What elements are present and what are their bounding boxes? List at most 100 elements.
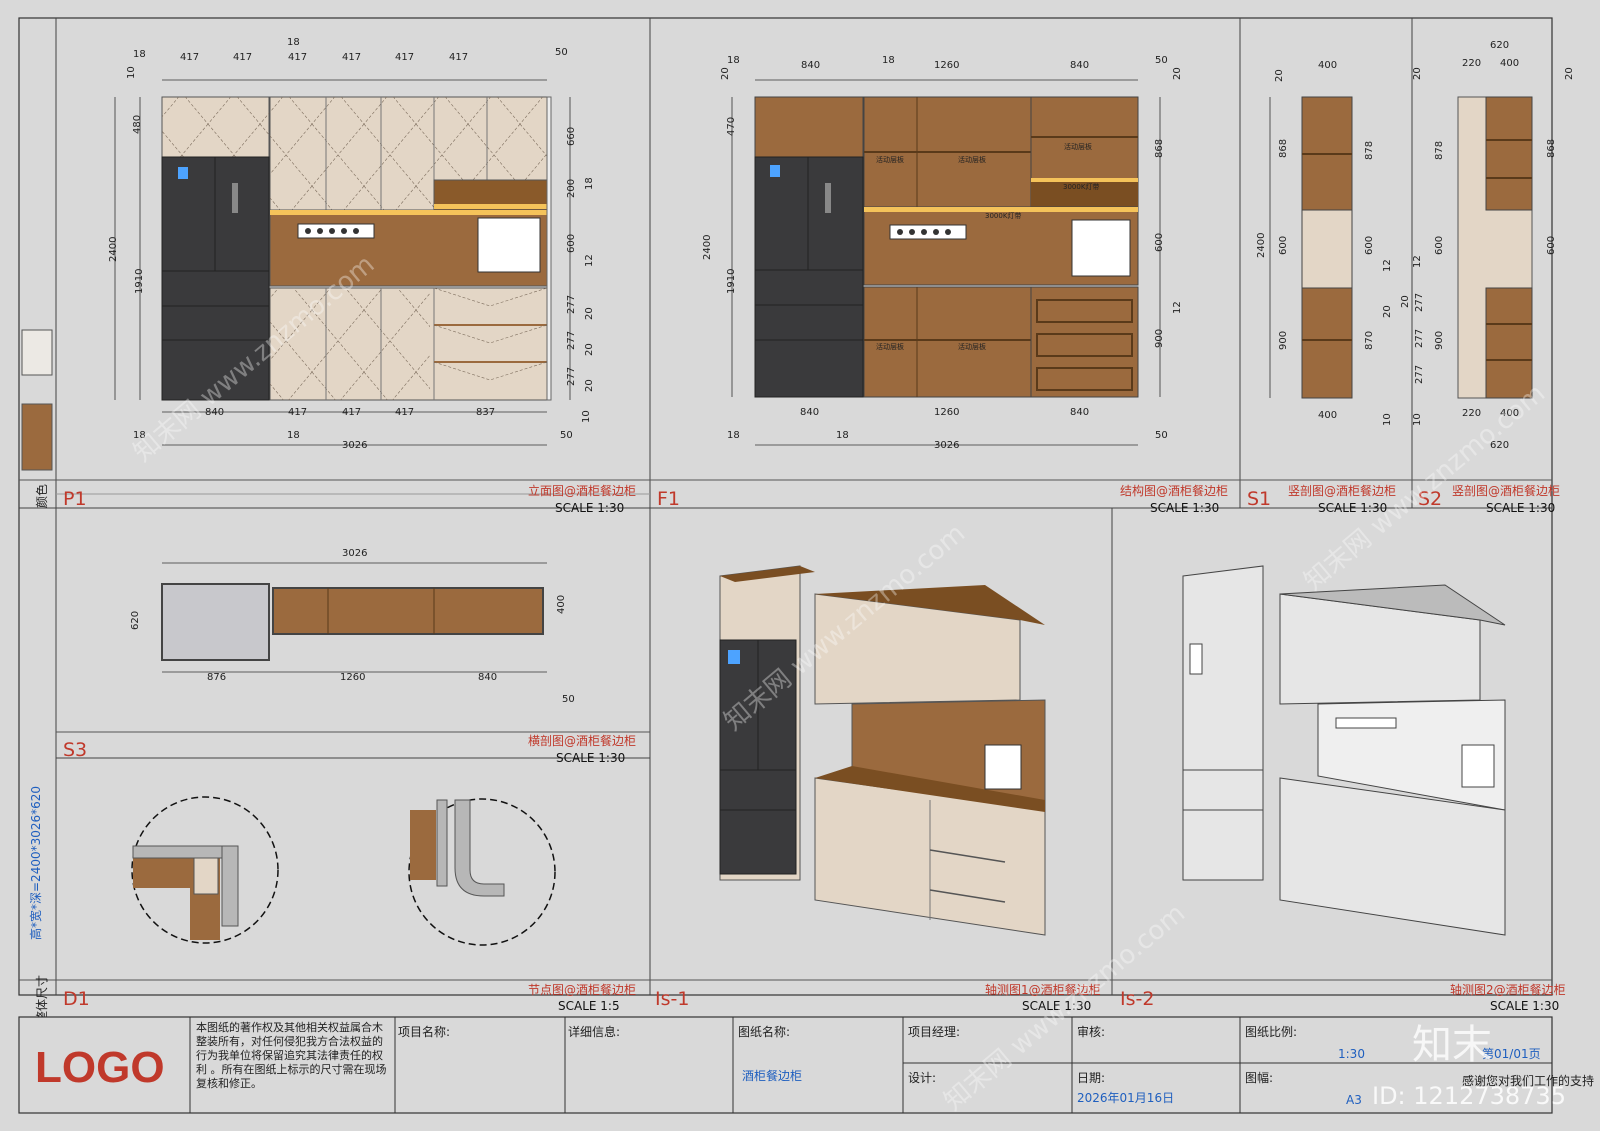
- svg-text:20: 20: [584, 343, 595, 356]
- svg-text:活动层板: 活动层板: [876, 342, 904, 351]
- svg-text:900: 900: [1278, 331, 1289, 350]
- svg-text:600: 600: [1154, 233, 1165, 252]
- svg-text:20: 20: [1564, 67, 1575, 80]
- svg-text:620: 620: [1490, 40, 1509, 51]
- drawing-sheet: 18 417 417 18 417 417 417 417 50 3026 84…: [18, 17, 1594, 1117]
- svg-text:50: 50: [1155, 430, 1168, 441]
- svg-text:417: 417: [180, 52, 199, 63]
- svg-text:417: 417: [342, 52, 361, 63]
- svg-text:整体尺寸: 整体尺寸: [34, 975, 49, 1023]
- svg-text:设计:: 设计:: [908, 1071, 936, 1085]
- f1-structure: 活动层板 活动层板 活动层板 3000K灯带 3000K灯带 活动层板 活动层板: [731, 79, 1161, 446]
- svg-text:SCALE 1:5: SCALE 1:5: [558, 999, 620, 1013]
- svg-text:18: 18: [727, 430, 740, 441]
- svg-text:600: 600: [1278, 236, 1289, 255]
- svg-text:18: 18: [882, 55, 895, 66]
- svg-text:50: 50: [555, 47, 568, 58]
- svg-text:立面图@酒柜餐边柜: 立面图@酒柜餐边柜: [528, 483, 636, 498]
- svg-text:3000K灯带: 3000K灯带: [985, 211, 1021, 220]
- svg-text:详细信息:: 详细信息:: [568, 1024, 620, 1039]
- svg-text:417: 417: [233, 52, 252, 63]
- svg-text:12: 12: [1172, 301, 1183, 314]
- svg-text:SCALE 1:30: SCALE 1:30: [555, 501, 624, 515]
- svg-text:277: 277: [1414, 293, 1425, 312]
- svg-text:D1: D1: [63, 988, 90, 1010]
- svg-text:620: 620: [130, 611, 141, 630]
- svg-text:SCALE 1:30: SCALE 1:30: [556, 751, 625, 765]
- svg-text:Is-2: Is-2: [1120, 988, 1154, 1010]
- svg-text:417: 417: [395, 407, 414, 418]
- svg-text:2400: 2400: [108, 237, 119, 262]
- svg-text:417: 417: [449, 52, 468, 63]
- svg-text:2400: 2400: [1256, 233, 1267, 258]
- logo: LOGO: [35, 1043, 165, 1092]
- svg-text:50: 50: [562, 694, 575, 705]
- svg-text:868: 868: [1546, 139, 1557, 158]
- svg-text:1260: 1260: [934, 60, 959, 71]
- svg-text:600: 600: [1546, 236, 1557, 255]
- svg-text:400: 400: [556, 595, 567, 614]
- svg-text:837: 837: [476, 407, 495, 418]
- svg-text:900: 900: [1434, 331, 1445, 350]
- svg-text:220: 220: [1462, 408, 1481, 419]
- svg-text:活动层板: 活动层板: [1064, 142, 1092, 151]
- svg-text:SCALE 1:30: SCALE 1:30: [1490, 999, 1559, 1013]
- svg-text:S1: S1: [1247, 488, 1271, 510]
- svg-text:50: 50: [560, 430, 573, 441]
- svg-text:20: 20: [584, 307, 595, 320]
- svg-text:20: 20: [720, 67, 731, 80]
- svg-text:节点图@酒柜餐边柜: 节点图@酒柜餐边柜: [528, 982, 636, 997]
- svg-text:审核:: 审核:: [1077, 1024, 1105, 1039]
- svg-text:轴测图2@酒柜餐边柜: 轴测图2@酒柜餐边柜: [1450, 982, 1566, 997]
- svg-text:417: 417: [395, 52, 414, 63]
- svg-text:600: 600: [566, 234, 577, 253]
- svg-text:竖剖图@酒柜餐边柜: 竖剖图@酒柜餐边柜: [1452, 483, 1560, 498]
- svg-text:3026: 3026: [342, 548, 367, 559]
- svg-text:ID: 1212738735: ID: 1212738735: [1372, 1082, 1566, 1110]
- svg-text:项目经理:: 项目经理:: [908, 1025, 960, 1039]
- svg-text:400: 400: [1318, 410, 1337, 421]
- svg-text:图纸名称:: 图纸名称:: [738, 1024, 790, 1039]
- svg-text:酒柜餐边柜: 酒柜餐边柜: [742, 1068, 802, 1083]
- svg-text:10: 10: [126, 66, 137, 79]
- svg-text:1910: 1910: [134, 269, 145, 294]
- svg-text:1910: 1910: [726, 269, 737, 294]
- svg-text:1260: 1260: [934, 407, 959, 418]
- svg-text:840: 840: [1070, 407, 1089, 418]
- svg-text:417: 417: [288, 52, 307, 63]
- svg-text:417: 417: [342, 407, 361, 418]
- svg-text:高*宽*深=2400*3026*620: 高*宽*深=2400*3026*620: [28, 786, 43, 940]
- svg-text:470: 470: [726, 117, 737, 136]
- svg-text:20: 20: [1412, 67, 1423, 80]
- svg-text:Is-1: Is-1: [655, 988, 689, 1010]
- svg-text:10: 10: [1412, 413, 1423, 426]
- svg-text:840: 840: [1070, 60, 1089, 71]
- svg-text:277: 277: [566, 295, 577, 314]
- svg-text:480: 480: [132, 115, 143, 134]
- svg-text:660: 660: [566, 127, 577, 146]
- svg-text:2400: 2400: [702, 235, 713, 260]
- svg-text:S3: S3: [63, 739, 87, 761]
- svg-text:活动层板: 活动层板: [958, 342, 986, 351]
- svg-text:220: 220: [1462, 58, 1481, 69]
- is1-axonometric: [719, 565, 1046, 936]
- svg-text:50: 50: [1155, 55, 1168, 66]
- svg-text:1260: 1260: [340, 672, 365, 683]
- svg-text:868: 868: [1278, 139, 1289, 158]
- svg-text:12: 12: [584, 254, 595, 267]
- svg-text:SCALE 1:30: SCALE 1:30: [1150, 501, 1219, 515]
- svg-text:277: 277: [1414, 329, 1425, 348]
- svg-text:2026年01月16日: 2026年01月16日: [1077, 1091, 1174, 1105]
- svg-text:18: 18: [727, 55, 740, 66]
- svg-text:876: 876: [207, 672, 226, 683]
- svg-text:840: 840: [801, 60, 820, 71]
- svg-text:400: 400: [1318, 60, 1337, 71]
- svg-text:200: 200: [566, 179, 577, 198]
- svg-text:日期:: 日期:: [1077, 1071, 1105, 1085]
- svg-text:600: 600: [1434, 236, 1445, 255]
- svg-text:417: 417: [288, 407, 307, 418]
- svg-text:840: 840: [478, 672, 497, 683]
- svg-text:项目名称:: 项目名称:: [398, 1024, 450, 1039]
- svg-text:870: 870: [1364, 331, 1375, 350]
- svg-text:3000K灯带: 3000K灯带: [1063, 182, 1099, 191]
